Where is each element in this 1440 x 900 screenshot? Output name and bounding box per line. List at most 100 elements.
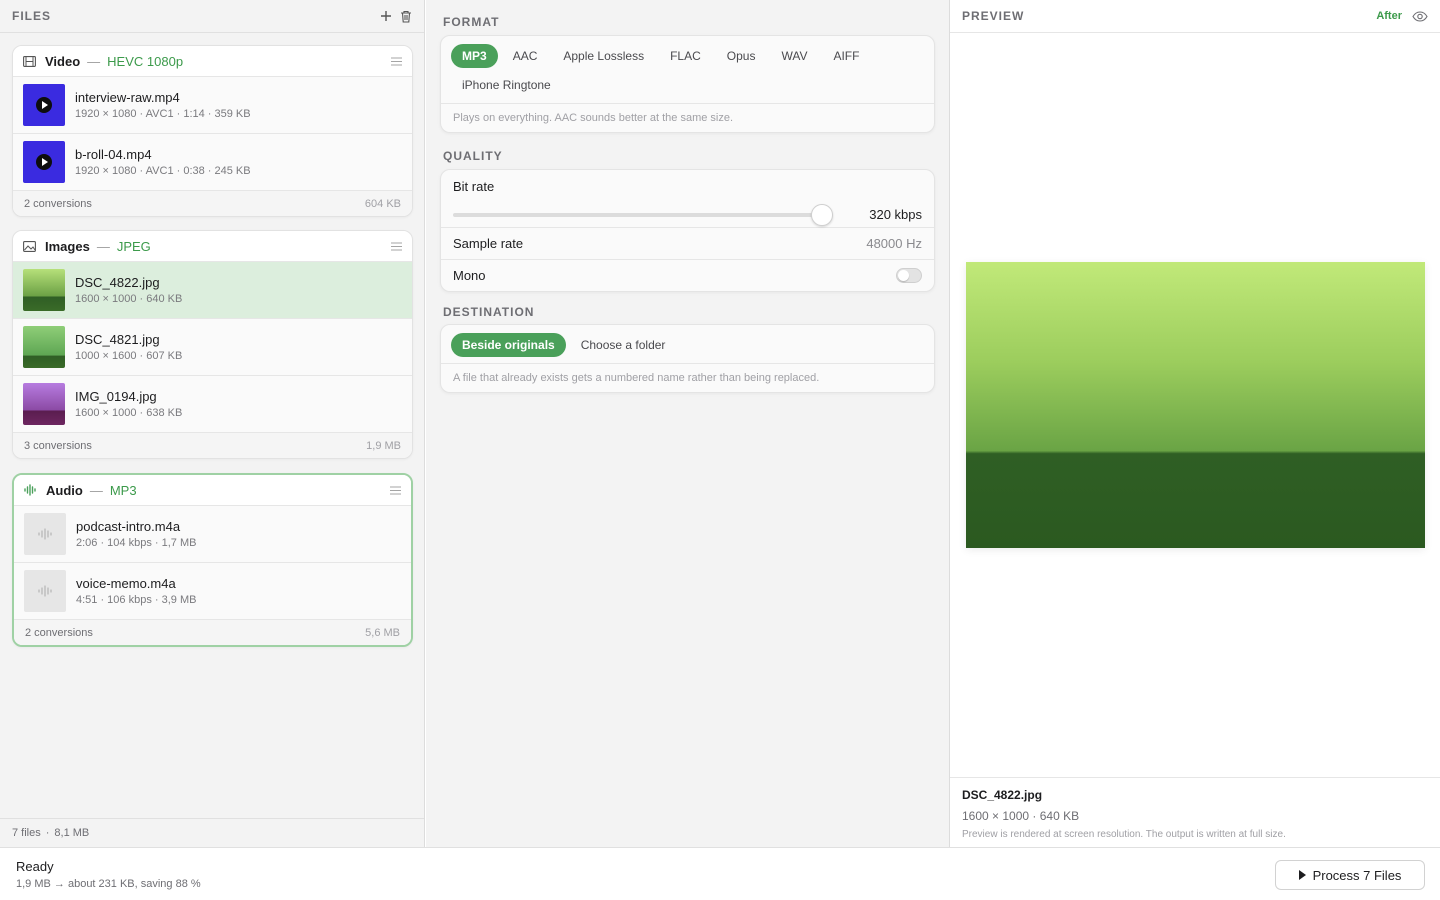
- status-detail: 1,9 MB → about 231 KB, saving 88 %: [16, 878, 201, 890]
- preview-hint: Preview is rendered at screen resolution…: [962, 829, 1286, 840]
- quality-card: Bit rate 320 kbps Sample rate 48000 Hz M…: [440, 169, 935, 292]
- group-name: Video: [45, 53, 81, 69]
- format-option-aac[interactable]: AAC: [502, 44, 549, 68]
- status-area: Ready 1,9 MB → about 231 KB, saving 88 %: [16, 859, 201, 890]
- waveform-icon: [24, 484, 38, 496]
- format-option-aiff[interactable]: AIFF: [822, 44, 870, 68]
- preview-image: [966, 262, 1425, 548]
- destination-section-label: DESTINATION: [443, 305, 535, 319]
- files-summary: 7 files · 8,1 MB: [0, 818, 424, 847]
- file-row[interactable]: DSC_4821.jpg 1000 × 1600 · 607 KB: [13, 319, 412, 376]
- preview-panel: PREVIEW After DSC_4822.jpg 1600 × 1000 ·…: [949, 0, 1440, 847]
- total-size: 8,1 MB: [54, 827, 90, 839]
- process-button[interactable]: Process 7 Files: [1275, 860, 1425, 890]
- mono-toggle[interactable]: [896, 268, 922, 283]
- group-dash: —: [96, 238, 110, 254]
- mono-row: Mono: [441, 260, 934, 291]
- format-hint: Plays on everything. AAC sounds better a…: [441, 103, 934, 132]
- group-header: Video — HEVC 1080p: [13, 46, 412, 77]
- file-meta: 1600 × 1000 · 640 KB: [75, 293, 183, 305]
- file-meta: 1600 × 1000 · 638 KB: [75, 407, 183, 419]
- preview-mode-toggle[interactable]: After: [1376, 10, 1402, 22]
- bitrate-slider[interactable]: [453, 203, 833, 226]
- samplerate-value[interactable]: 48000 Hz: [866, 236, 922, 251]
- group-size: 604 KB: [364, 197, 401, 210]
- file-meta: 4:51 · 106 kbps · 3,9 MB: [76, 594, 197, 606]
- group-size: 1,9 MB: [366, 439, 401, 452]
- preview-title: PREVIEW: [962, 9, 1025, 23]
- format-option-wav[interactable]: WAV: [770, 44, 818, 68]
- play-icon[interactable]: [36, 154, 52, 170]
- files-sidebar: FILES Video — HEVC 1080p interview-raw.m…: [0, 0, 425, 847]
- conversion-count: 2 conversions: [25, 626, 93, 639]
- mono-label: Mono: [453, 268, 486, 283]
- preview-file-meta: 1600 × 1000 · 640 KB: [962, 809, 1080, 823]
- file-meta: 1920 × 1080 · AVC1 · 0:38 · 245 KB: [75, 165, 251, 177]
- group-dash: —: [87, 53, 101, 69]
- video-thumbnail: [23, 84, 65, 126]
- bitrate-value: 320 kbps: [869, 207, 922, 222]
- file-row[interactable]: podcast-intro.m4a 2:06 · 104 kbps · 1,7 …: [14, 506, 411, 563]
- slider-knob[interactable]: [811, 203, 833, 226]
- format-option-iphone-ringtone[interactable]: iPhone Ringtone: [451, 73, 562, 97]
- preview-info: DSC_4822.jpg 1600 × 1000 · 640 KB Previe…: [950, 777, 1440, 850]
- waveform-icon: [38, 528, 52, 540]
- destination-options: Beside originals Choose a folder: [441, 325, 934, 363]
- quality-section-label: QUALITY: [443, 149, 503, 163]
- destination-hint: A file that already exists gets a number…: [441, 363, 934, 392]
- trash-icon[interactable]: [400, 10, 412, 23]
- format-section-label: FORMAT: [443, 15, 500, 29]
- preview-file-name: DSC_4822.jpg: [962, 788, 1043, 802]
- format-option-mp3[interactable]: MP3: [451, 44, 498, 68]
- file-name: IMG_0194.jpg: [75, 389, 157, 404]
- file-row[interactable]: b-roll-04.mp4 1920 × 1080 · AVC1 · 0:38 …: [13, 134, 412, 191]
- group-footer: 3 conversions 1,9 MB: [13, 433, 412, 458]
- group-footer: 2 conversions 5,6 MB: [14, 620, 411, 645]
- add-icon[interactable]: [380, 10, 392, 23]
- audio-thumbnail: [24, 513, 66, 555]
- image-thumbnail: [23, 326, 65, 368]
- group-footer: 2 conversions 604 KB: [13, 191, 412, 216]
- format-option-apple-lossless[interactable]: Apple Lossless: [552, 44, 655, 68]
- summary-separator: ·: [45, 827, 50, 839]
- list-menu-icon[interactable]: [391, 239, 402, 254]
- file-meta: 1000 × 1600 · 607 KB: [75, 350, 183, 362]
- file-name: DSC_4822.jpg: [75, 275, 160, 290]
- group-format[interactable]: MP3: [110, 483, 137, 498]
- status-bar: Ready 1,9 MB → about 231 KB, saving 88 %…: [0, 847, 1440, 900]
- files-header: FILES: [0, 0, 424, 33]
- file-name: DSC_4821.jpg: [75, 332, 160, 347]
- files-title: FILES: [12, 9, 52, 23]
- group-header: Audio — MP3: [14, 475, 411, 506]
- list-menu-icon[interactable]: [391, 54, 402, 69]
- group-format[interactable]: JPEG: [117, 239, 151, 254]
- format-option-opus[interactable]: Opus: [716, 44, 767, 68]
- destination-option-folder[interactable]: Choose a folder: [570, 333, 677, 357]
- samplerate-row[interactable]: Sample rate 48000 Hz: [441, 228, 934, 260]
- destination-option-beside[interactable]: Beside originals: [451, 333, 566, 357]
- toggle-knob: [898, 270, 909, 281]
- group-name: Images: [45, 238, 90, 254]
- file-row[interactable]: voice-memo.m4a 4:51 · 106 kbps · 3,9 MB: [14, 563, 411, 620]
- group-video: Video — HEVC 1080p interview-raw.mp4 192…: [12, 45, 413, 217]
- samplerate-label: Sample rate: [453, 236, 524, 251]
- group-images: Images — JPEG DSC_4822.jpg 1600 × 1000 ·…: [12, 230, 413, 459]
- preview-header: PREVIEW After: [950, 0, 1440, 33]
- destination-card: Beside originals Choose a folder A file …: [440, 324, 935, 393]
- conversion-count: 3 conversions: [24, 439, 92, 452]
- file-row-selected[interactable]: DSC_4822.jpg 1600 × 1000 · 640 KB: [13, 262, 412, 319]
- format-options: MP3 AAC Apple Lossless FLAC Opus WAV AIF…: [441, 36, 934, 103]
- file-row[interactable]: interview-raw.mp4 1920 × 1080 · AVC1 · 1…: [13, 77, 412, 134]
- eye-icon[interactable]: [1412, 10, 1428, 23]
- file-name: b-roll-04.mp4: [75, 147, 152, 162]
- file-row[interactable]: IMG_0194.jpg 1600 × 1000 · 638 KB: [13, 376, 412, 433]
- waveform-icon: [38, 585, 52, 597]
- list-menu-icon[interactable]: [390, 483, 401, 498]
- play-icon[interactable]: [36, 97, 52, 113]
- group-format[interactable]: HEVC 1080p: [107, 54, 183, 69]
- format-option-flac[interactable]: FLAC: [659, 44, 712, 68]
- play-icon: [1298, 870, 1306, 880]
- process-button-label: Process 7 Files: [1312, 867, 1402, 883]
- group-dash: —: [89, 482, 103, 498]
- group-header: Images — JPEG: [13, 231, 412, 262]
